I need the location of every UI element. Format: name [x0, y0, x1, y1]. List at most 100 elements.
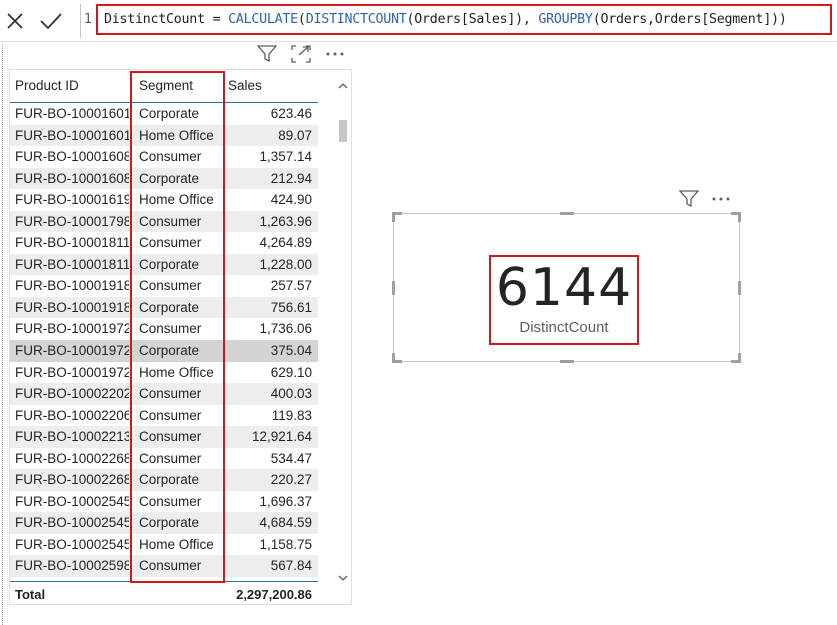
scroll-down-icon[interactable]: [338, 574, 348, 582]
sales-cell: 12,921.64: [251, 429, 312, 445]
segment-cell: Corporate: [139, 472, 200, 488]
focus-mode-icon[interactable]: [291, 45, 311, 63]
product-id-cell: FUR-BO-10001798: [15, 213, 129, 229]
product-id-cell: FUR-BO-10001811: [15, 256, 129, 272]
table-row[interactable]: FUR-BO-10001972 Corporate 375.04: [10, 340, 318, 362]
sales-cell: 220.27: [270, 472, 312, 488]
sales-cell: 89.07: [278, 127, 312, 143]
card-value-highlight: 6144 DistinctCount: [489, 255, 639, 345]
table-row[interactable]: FUR-BO-10002213 Consumer 12,921.64: [10, 426, 318, 448]
sales-cell: 400.03: [270, 386, 312, 402]
paren-token: )): [771, 12, 787, 27]
resize-handle[interactable]: [392, 281, 395, 295]
table-visual[interactable]: Product ID Segment Sales FUR-BO-10001601…: [9, 69, 352, 605]
resize-handle[interactable]: [392, 212, 395, 222]
table-row[interactable]: FUR-BO-10001601 Corporate 623.46: [10, 103, 318, 125]
table-body: FUR-BO-10001601 Corporate 623.46 FUR-BO-100…: [10, 103, 318, 578]
segment-cell: Corporate: [139, 299, 200, 315]
more-options-icon[interactable]: [325, 51, 345, 57]
resize-handle[interactable]: [738, 281, 741, 295]
table-row[interactable]: FUR-BO-10002206 Consumer 119.83: [10, 404, 318, 427]
sales-cell: 4,264.89: [259, 235, 312, 251]
close-icon[interactable]: [0, 6, 30, 36]
table-row[interactable]: FUR-BO-10002545 Corporate 4,684.59: [10, 512, 318, 534]
table-row[interactable]: FUR-BO-10002545 Home Office 1,158.75: [10, 533, 318, 556]
segment-cell: Home Office: [139, 364, 214, 380]
more-options-icon[interactable]: [711, 196, 731, 202]
segment-cell: Consumer: [139, 321, 202, 337]
segment-cell: Consumer: [139, 278, 202, 294]
scrollbar-thumb[interactable]: [339, 120, 347, 142]
table-row[interactable]: FUR-BO-10001608 Corporate 212.94: [10, 167, 318, 190]
table-row[interactable]: FUR-BO-10001601 Home Office 89.07: [10, 124, 318, 147]
table-row[interactable]: FUR-BO-10002598 Consumer 567.84: [10, 555, 318, 578]
segment-cell: Consumer: [139, 450, 202, 466]
groupby-function: GROUPBY: [538, 12, 593, 27]
table-row[interactable]: FUR-BO-10001918 Corporate 756.61: [10, 296, 318, 319]
segment-cell: Corporate: [139, 515, 200, 531]
sales-cell: 4,684.59: [259, 515, 312, 531]
sales-cell: 424.90: [270, 192, 312, 208]
scroll-up-icon[interactable]: [338, 82, 348, 90]
resize-handle[interactable]: [738, 353, 741, 363]
product-id-cell: FUR-BO-10002213: [15, 429, 129, 445]
segment-cell: Home Office: [139, 192, 214, 208]
formula-bar: 1 DistinctCount = CALCULATE(DISTINCTCOUN…: [0, 0, 837, 42]
sales-column-ref: Orders[Sales]: [414, 12, 516, 27]
card-value: 6144: [495, 258, 633, 318]
segment-cell: Home Office: [139, 536, 214, 552]
column-header-product-id[interactable]: Product ID: [15, 78, 79, 93]
table-row[interactable]: FUR-BO-10001619 Home Office 424.90: [10, 189, 318, 211]
segment-cell: Corporate: [139, 106, 200, 121]
table-row[interactable]: FUR-BO-10001811 Consumer 4,264.89: [10, 232, 318, 254]
segment-cell: Consumer: [139, 429, 202, 445]
table-row[interactable]: FUR-BO-10001972 Home Office 629.10: [10, 361, 318, 384]
sales-cell: 257.57: [270, 278, 312, 294]
product-id-cell: FUR-BO-10001811: [15, 235, 129, 251]
equals-token: =: [204, 12, 229, 27]
checkmark-icon[interactable]: [36, 6, 66, 36]
formula-line-number: 1: [84, 12, 92, 27]
table-row[interactable]: FUR-BO-10002268 Consumer 534.47: [10, 447, 318, 470]
segment-cell: Consumer: [139, 386, 202, 402]
measure-name: DistinctCount: [104, 12, 205, 27]
segment-cell: Consumer: [139, 558, 202, 574]
card-label: DistinctCount: [519, 319, 609, 336]
product-id-cell: FUR-BO-10001918: [15, 299, 129, 315]
product-id-cell: FUR-BO-10001608: [15, 149, 129, 165]
table-row[interactable]: FUR-BO-10001811 Corporate 1,228.00: [10, 253, 318, 276]
sales-cell: 212.94: [270, 170, 312, 186]
resize-handle[interactable]: [392, 353, 395, 363]
product-id-cell: FUR-BO-10001608: [15, 170, 129, 186]
paren-token: (: [297, 12, 306, 27]
calculate-function: CALCULATE: [228, 12, 298, 27]
segment-cell: Consumer: [139, 235, 202, 251]
table-row[interactable]: FUR-BO-10001798 Consumer 1,263.96: [10, 210, 318, 233]
table-row[interactable]: FUR-BO-10001918 Consumer 257.57: [10, 275, 318, 297]
resize-handle[interactable]: [738, 212, 741, 222]
product-id-cell: FUR-BO-10001918: [15, 278, 129, 294]
product-id-cell: FUR-BO-10001619: [15, 192, 129, 208]
sales-cell: 623.46: [270, 106, 312, 121]
segment-cell: Corporate: [139, 343, 200, 359]
table-row[interactable]: FUR-BO-10002545 Consumer 1,696.37: [10, 490, 318, 513]
column-header-segment[interactable]: Segment: [139, 78, 193, 93]
product-id-cell: FUR-BO-10001972: [15, 343, 129, 359]
resize-handle[interactable]: [560, 360, 574, 363]
dax-formula-editor[interactable]: DistinctCount = CALCULATE(DISTINCTCOUNT(…: [96, 4, 832, 35]
filter-icon[interactable]: [679, 190, 699, 208]
product-id-cell: FUR-BO-10002545: [15, 515, 129, 531]
table-visual-header: [257, 45, 345, 63]
table-row[interactable]: FUR-BO-10002202 Consumer 400.03: [10, 383, 318, 405]
table-row[interactable]: FUR-BO-10001608 Consumer 1,357.14: [10, 146, 318, 168]
segment-cell: Corporate: [139, 170, 200, 186]
table-row[interactable]: FUR-BO-10002268 Corporate 220.27: [10, 469, 318, 491]
table-scrollbar[interactable]: [336, 76, 350, 584]
filter-icon[interactable]: [257, 45, 277, 63]
segment-cell: Consumer: [139, 213, 202, 229]
resize-handle[interactable]: [560, 212, 574, 215]
sales-cell: 1,696.37: [259, 493, 312, 509]
table-row[interactable]: FUR-BO-10001972 Consumer 1,736.06: [10, 318, 318, 341]
product-id-cell: FUR-BO-10002268: [15, 450, 129, 466]
column-header-sales[interactable]: Sales: [228, 78, 262, 93]
